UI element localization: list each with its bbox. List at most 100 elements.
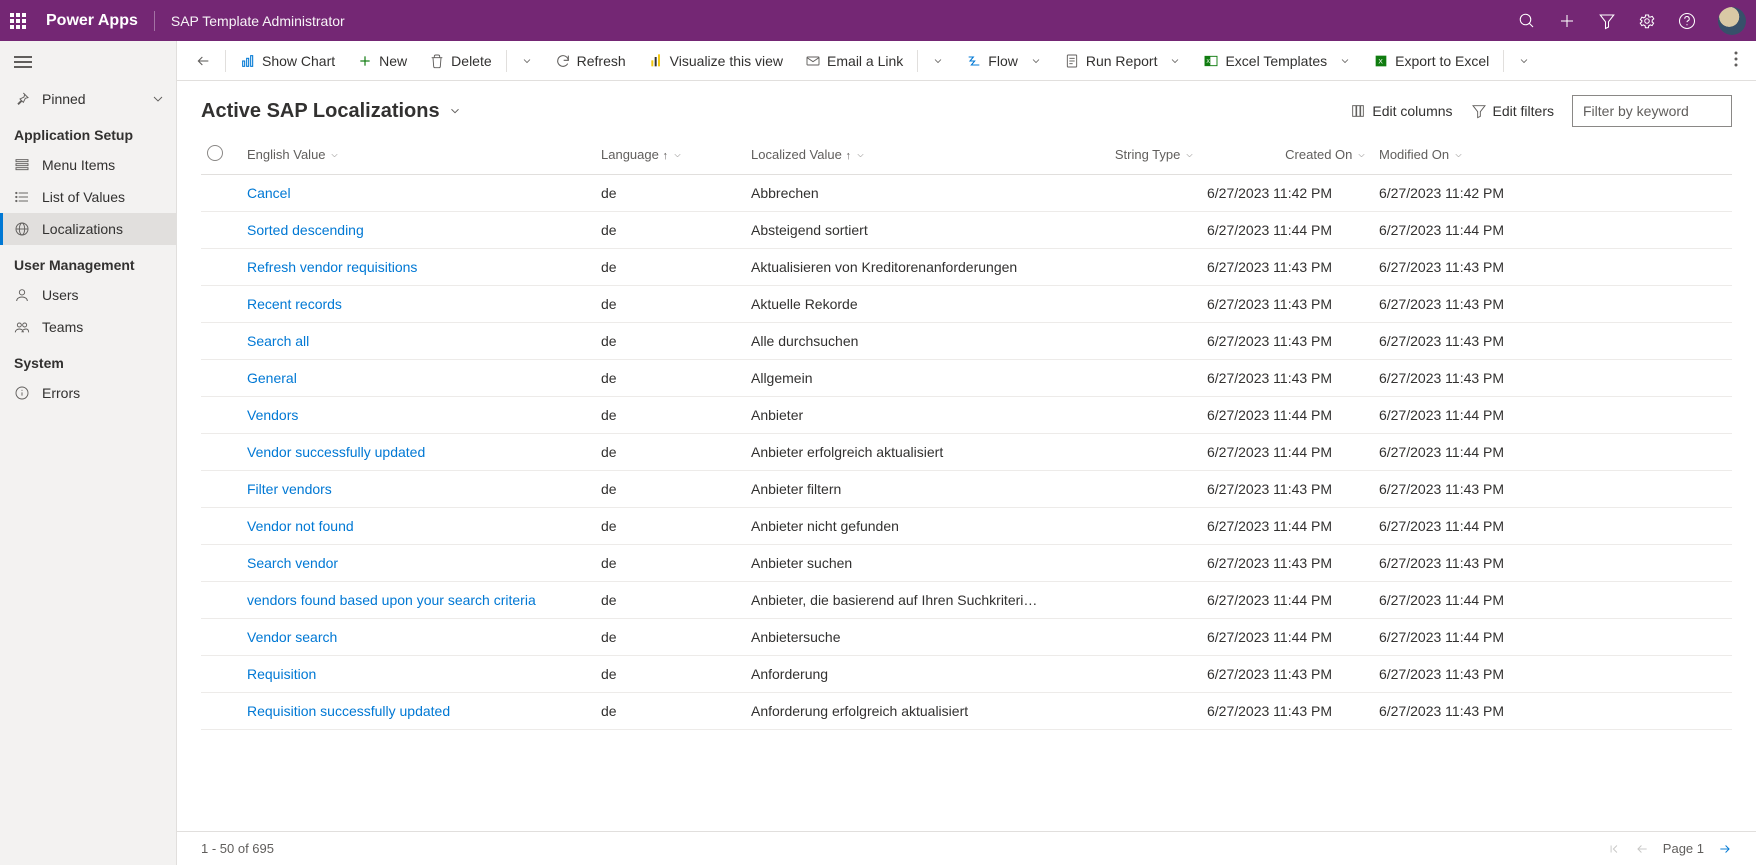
- cell-language: de: [595, 434, 745, 471]
- row-select[interactable]: [201, 212, 241, 249]
- table-row[interactable]: GeneraldeAllgemein6/27/2023 11:43 PM6/27…: [201, 360, 1732, 397]
- cell-english[interactable]: General: [241, 360, 595, 397]
- sidebar-item-localizations[interactable]: Localizations: [0, 213, 176, 245]
- sidebar-item-errors[interactable]: Errors: [0, 377, 176, 409]
- next-page-icon[interactable]: [1718, 842, 1732, 856]
- col-english[interactable]: English Value: [241, 137, 595, 175]
- export-split-button[interactable]: [1508, 49, 1540, 73]
- table-row[interactable]: VendorsdeAnbieter6/27/2023 11:44 PM6/27/…: [201, 397, 1732, 434]
- select-all-header[interactable]: [201, 137, 241, 175]
- row-select[interactable]: [201, 508, 241, 545]
- cell-english[interactable]: Vendor not found: [241, 508, 595, 545]
- hamburger-icon[interactable]: [0, 41, 176, 83]
- cell-localized: Alle durchsuchen: [745, 323, 1051, 360]
- refresh-button[interactable]: Refresh: [545, 47, 636, 75]
- cell-english[interactable]: Vendor search: [241, 619, 595, 656]
- col-localized[interactable]: Localized Value ↑: [745, 137, 1051, 175]
- cell-english[interactable]: Vendor successfully updated: [241, 434, 595, 471]
- filter-keyword-input[interactable]: [1572, 95, 1732, 127]
- table-row[interactable]: Vendor successfully updateddeAnbieter er…: [201, 434, 1732, 471]
- overflow-button[interactable]: [1724, 45, 1748, 76]
- cell-localized: Anforderung: [745, 656, 1051, 693]
- delete-split-button[interactable]: [511, 49, 543, 73]
- add-icon[interactable]: [1558, 12, 1576, 30]
- gear-icon[interactable]: [1638, 12, 1656, 30]
- prev-page-icon[interactable]: [1635, 842, 1649, 856]
- run-report-button[interactable]: Run Report: [1054, 47, 1192, 75]
- table-row[interactable]: Requisition successfully updateddeAnford…: [201, 693, 1732, 730]
- export-excel-button[interactable]: X Export to Excel: [1363, 47, 1499, 75]
- cell-english[interactable]: Cancel: [241, 175, 595, 212]
- sidebar-item-label: List of Values: [42, 189, 125, 205]
- sidebar-item-users[interactable]: Users: [0, 279, 176, 311]
- search-icon[interactable]: [1518, 12, 1536, 30]
- sidebar-pinned[interactable]: Pinned: [0, 83, 176, 115]
- table-row[interactable]: Refresh vendor requisitionsdeAktualisier…: [201, 249, 1732, 286]
- cell-language: de: [595, 212, 745, 249]
- row-select[interactable]: [201, 360, 241, 397]
- cell-english[interactable]: Requisition successfully updated: [241, 693, 595, 730]
- row-select[interactable]: [201, 323, 241, 360]
- table-row[interactable]: RequisitiondeAnforderung6/27/2023 11:43 …: [201, 656, 1732, 693]
- first-page-icon[interactable]: [1607, 842, 1621, 856]
- cell-english[interactable]: Recent records: [241, 286, 595, 323]
- show-chart-button[interactable]: Show Chart: [230, 47, 345, 75]
- chevron-down-icon: [150, 91, 166, 107]
- cell-english[interactable]: Sorted descending: [241, 212, 595, 249]
- row-select[interactable]: [201, 471, 241, 508]
- cell-english[interactable]: Search all: [241, 323, 595, 360]
- select-circle-icon[interactable]: [207, 145, 223, 161]
- edit-columns-button[interactable]: Edit columns: [1350, 103, 1452, 119]
- row-select[interactable]: [201, 249, 241, 286]
- col-modified[interactable]: Modified On: [1373, 137, 1732, 175]
- sidebar-item-menu-items[interactable]: Menu Items: [0, 149, 176, 181]
- row-select[interactable]: [201, 397, 241, 434]
- sidebar: Pinned Application SetupMenu ItemsList o…: [0, 41, 177, 865]
- col-language[interactable]: Language ↑: [595, 137, 745, 175]
- avatar[interactable]: [1718, 7, 1746, 35]
- sidebar-item-list-of-values[interactable]: List of Values: [0, 181, 176, 213]
- table-row[interactable]: Search vendordeAnbieter suchen6/27/2023 …: [201, 545, 1732, 582]
- excel-templates-button[interactable]: X Excel Templates: [1193, 47, 1361, 75]
- pager: Page 1: [1607, 841, 1732, 856]
- table-row[interactable]: Sorted descendingdeAbsteigend sortiert6/…: [201, 212, 1732, 249]
- row-select[interactable]: [201, 545, 241, 582]
- cell-english[interactable]: Search vendor: [241, 545, 595, 582]
- email-link-button[interactable]: Email a Link: [795, 47, 913, 75]
- row-select[interactable]: [201, 656, 241, 693]
- row-select[interactable]: [201, 619, 241, 656]
- row-select[interactable]: [201, 582, 241, 619]
- view-selector[interactable]: Active SAP Localizations: [201, 100, 462, 123]
- visualize-label: Visualize this view: [670, 53, 783, 69]
- delete-button[interactable]: Delete: [419, 47, 501, 75]
- table-row[interactable]: CanceldeAbbrechen6/27/2023 11:42 PM6/27/…: [201, 175, 1732, 212]
- col-string-type[interactable]: String Type: [1051, 137, 1201, 175]
- col-created[interactable]: Created On: [1201, 137, 1373, 175]
- edit-filters-button[interactable]: Edit filters: [1471, 103, 1554, 119]
- cell-english[interactable]: Vendors: [241, 397, 595, 434]
- sidebar-item-teams[interactable]: Teams: [0, 311, 176, 343]
- row-select[interactable]: [201, 286, 241, 323]
- new-button[interactable]: New: [347, 47, 417, 75]
- table-row[interactable]: Search alldeAlle durchsuchen6/27/2023 11…: [201, 323, 1732, 360]
- flow-button[interactable]: Flow: [956, 47, 1052, 75]
- waffle-icon[interactable]: [10, 13, 30, 29]
- email-split-button[interactable]: [922, 49, 954, 73]
- visualize-button[interactable]: Visualize this view: [638, 47, 793, 75]
- funnel-icon[interactable]: [1598, 12, 1616, 30]
- table-row[interactable]: Recent recordsdeAktuelle Rekorde6/27/202…: [201, 286, 1732, 323]
- table-row[interactable]: Filter vendorsdeAnbieter filtern6/27/202…: [201, 471, 1732, 508]
- cell-english[interactable]: Refresh vendor requisitions: [241, 249, 595, 286]
- help-icon[interactable]: [1678, 12, 1696, 30]
- row-select[interactable]: [201, 175, 241, 212]
- cell-english[interactable]: Filter vendors: [241, 471, 595, 508]
- table-row[interactable]: Vendor searchdeAnbietersuche6/27/2023 11…: [201, 619, 1732, 656]
- row-select[interactable]: [201, 693, 241, 730]
- grid-scroll[interactable]: English Value Language ↑ Localized Value…: [177, 137, 1756, 831]
- back-button[interactable]: [185, 47, 221, 75]
- row-select[interactable]: [201, 434, 241, 471]
- table-row[interactable]: vendors found based upon your search cri…: [201, 582, 1732, 619]
- cell-english[interactable]: vendors found based upon your search cri…: [241, 582, 595, 619]
- cell-english[interactable]: Requisition: [241, 656, 595, 693]
- table-row[interactable]: Vendor not founddeAnbieter nicht gefunde…: [201, 508, 1732, 545]
